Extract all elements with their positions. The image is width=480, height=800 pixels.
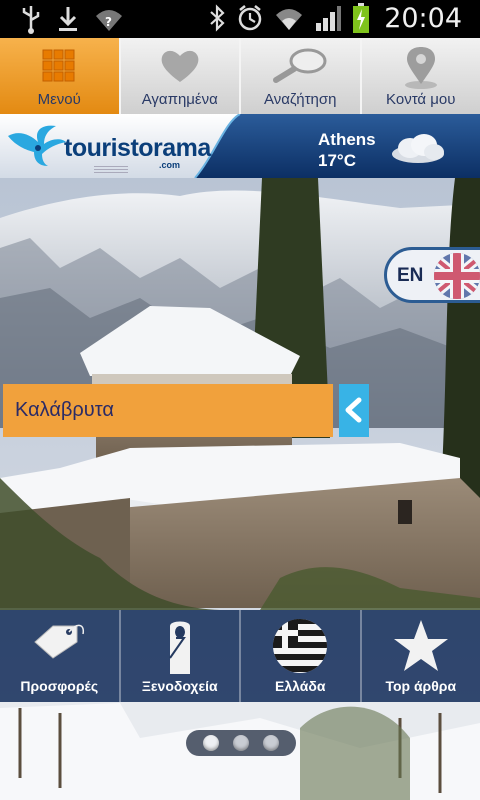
tab-label: Μενού xyxy=(37,91,81,108)
chevron-left-icon xyxy=(345,397,362,423)
greek-flag-icon xyxy=(273,619,328,673)
menu-greece[interactable]: Ελλάδα xyxy=(241,610,362,702)
tab-favorites[interactable]: Αγαπημένα xyxy=(120,38,241,114)
status-time: 20:04 xyxy=(384,2,462,34)
menu-top-articles[interactable]: Top άρθρα xyxy=(362,610,480,702)
menu-label: Top άρθρα xyxy=(385,678,457,694)
weather-city: Athens xyxy=(318,130,376,149)
uk-flag-icon xyxy=(434,253,480,299)
menu-label: Ελλάδα xyxy=(275,678,326,694)
logo-mark-icon xyxy=(8,125,66,166)
tab-label: Αγαπημένα xyxy=(141,91,218,108)
language-toggle[interactable]: EN xyxy=(384,247,480,303)
wifi-icon xyxy=(276,9,303,30)
touristorama-logo[interactable]: touristorama .com xyxy=(4,120,214,172)
grid-icon xyxy=(42,49,75,82)
top-tab-bar: Μενού Αγαπημένα Αναζήτηση Κοντά μου xyxy=(0,38,480,114)
page-dot-2[interactable] xyxy=(233,735,249,751)
signal-icon xyxy=(316,6,342,31)
star-icon xyxy=(393,620,448,671)
menu-label: Ξενοδοχεία xyxy=(141,678,218,694)
page-dot-3[interactable] xyxy=(263,735,279,751)
menu-label: Προσφορές xyxy=(20,678,99,694)
language-label: EN xyxy=(397,265,424,286)
cloud-icon xyxy=(392,134,444,163)
door-hanger-icon xyxy=(168,621,190,674)
page-indicator xyxy=(186,730,296,756)
location-bar[interactable]: Καλάβρυτα xyxy=(3,384,333,437)
weather-temperature: 17°C xyxy=(318,151,356,170)
alarm-icon xyxy=(238,5,262,31)
status-bar: ? 20:04 xyxy=(0,0,480,38)
location-collapse-button[interactable] xyxy=(339,384,369,437)
menu-hotels[interactable]: Ξενοδοχεία xyxy=(121,610,241,702)
page-dot-1[interactable] xyxy=(203,735,219,751)
logo-subtext: .com xyxy=(159,160,181,170)
wifi-question-icon: ? xyxy=(96,10,122,31)
tab-label: Αναζήτηση xyxy=(264,91,337,108)
battery-charging-icon xyxy=(353,3,370,33)
tab-menu[interactable]: Μενού xyxy=(0,38,121,114)
bluetooth-icon xyxy=(210,4,225,32)
menu-offers[interactable]: Προσφορές xyxy=(0,610,121,702)
tab-search[interactable]: Αναζήτηση xyxy=(241,38,362,114)
svg-text:?: ? xyxy=(105,15,112,29)
usb-icon xyxy=(22,6,40,34)
tag-icon xyxy=(34,624,85,659)
logo-text: touristorama xyxy=(64,134,211,162)
tab-nearby[interactable]: Κοντά μου xyxy=(361,38,480,114)
location-pin-icon xyxy=(404,47,437,89)
bottom-menu: Προσφορές Ξενοδοχεία Ελλάδα Top άρθρα xyxy=(0,610,480,702)
download-icon xyxy=(59,7,77,31)
tab-label: Κοντά μου xyxy=(386,91,456,108)
header-banner: touristorama .com Athens 17°C xyxy=(0,114,480,178)
location-name: Καλάβρυτα xyxy=(15,399,114,421)
magnifier-icon xyxy=(273,48,327,83)
heart-icon xyxy=(161,50,199,82)
